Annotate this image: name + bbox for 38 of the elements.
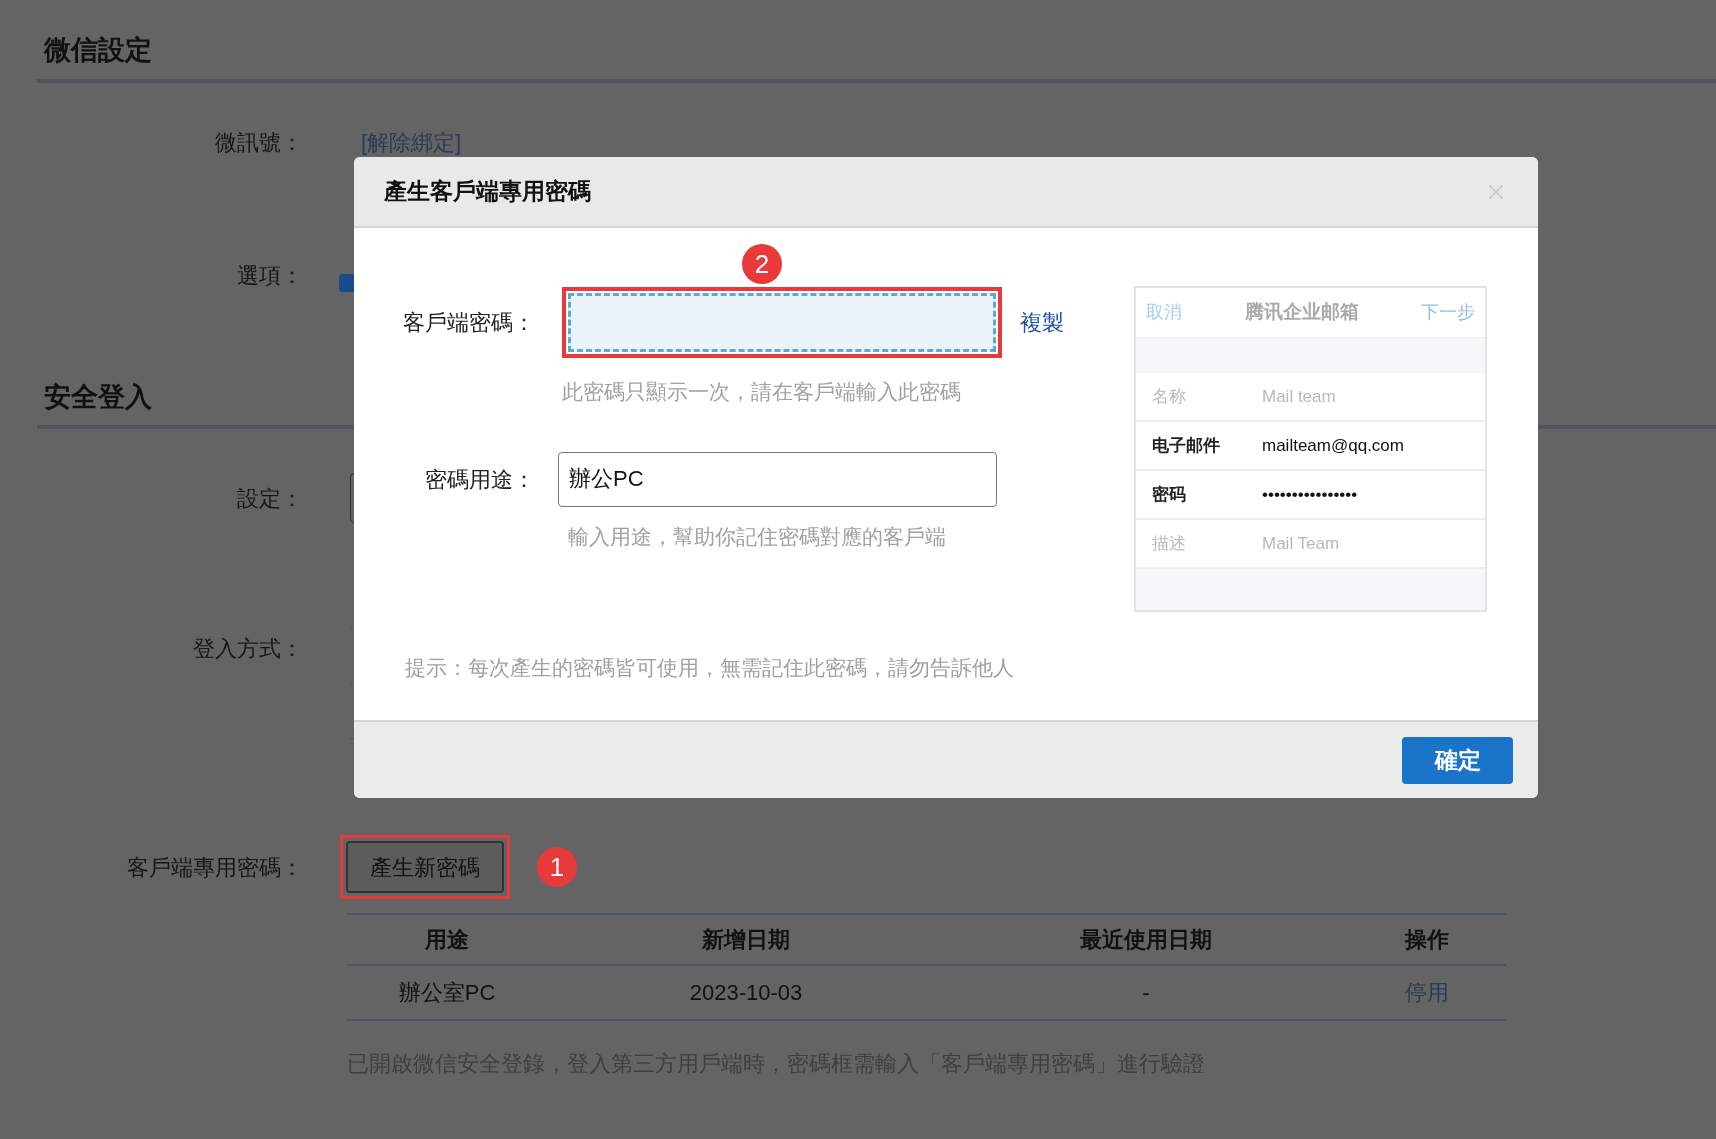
preview-title: 腾讯企业邮箱 (1244, 300, 1359, 325)
field-label: 微訊號： (214, 129, 303, 157)
number-badge: 1 (537, 847, 577, 887)
section-title: 安全登入 (44, 381, 152, 412)
field-label: 客戶端密碼： (402, 309, 535, 337)
table-cell-text: 2023-10-03 (689, 979, 803, 1007)
field-label: 客戶端專用密碼： (126, 853, 303, 882)
field-label: 設定： (236, 484, 303, 513)
hint-text: 輸入用途，幫助你記住密碼對應的客戶端 (568, 524, 946, 548)
preview-value: •••••••••••••••• (1262, 483, 1358, 506)
column-header: 用途 (425, 926, 469, 954)
copy-link[interactable]: 複製 (1020, 306, 1064, 339)
field-label: 密碼用途： (424, 465, 535, 494)
dialog-title: 產生客戶端專用密碼 (384, 177, 591, 207)
field-label: 登入方式： (192, 635, 303, 663)
section-title: 微信設定 (44, 35, 152, 65)
preview-next: 下一步 (1421, 301, 1475, 324)
table-cell-text: - (1142, 979, 1150, 1007)
tip-text: 提示：每次產生的密碼皆可使用，無需記住此密碼，請勿告訴他人 (405, 656, 1014, 679)
table-cell-text: 辦公室PC (398, 979, 496, 1007)
purpose-field[interactable]: 辦公PC (558, 451, 997, 507)
column-header: 最近使用日期 (1080, 926, 1212, 954)
password-field[interactable] (562, 287, 1002, 358)
preview-label: 描述 (1152, 532, 1187, 555)
generate-password-button[interactable]: 產生新密碼 (346, 841, 504, 893)
preview-value: Mail Team (1262, 532, 1340, 555)
field-label: 選項： (236, 262, 303, 290)
column-header: 新增日期 (702, 926, 790, 954)
preview-cancel: 取消 (1146, 301, 1182, 324)
preview-label: 密码 (1152, 483, 1187, 506)
hint-text: 此密碼只顯示一次，請在客戶端輸入此密碼 (562, 380, 961, 403)
preview-label: 名称 (1152, 385, 1187, 408)
number-badge: 2 (742, 244, 782, 284)
preview-label: 电子邮件 (1152, 434, 1221, 457)
column-header: 操作 (1404, 926, 1449, 954)
confirm-button[interactable]: 確定 (1402, 736, 1513, 784)
preview-value: mailteam@qq.com (1262, 434, 1404, 457)
preview-value: Mail team (1262, 385, 1336, 408)
